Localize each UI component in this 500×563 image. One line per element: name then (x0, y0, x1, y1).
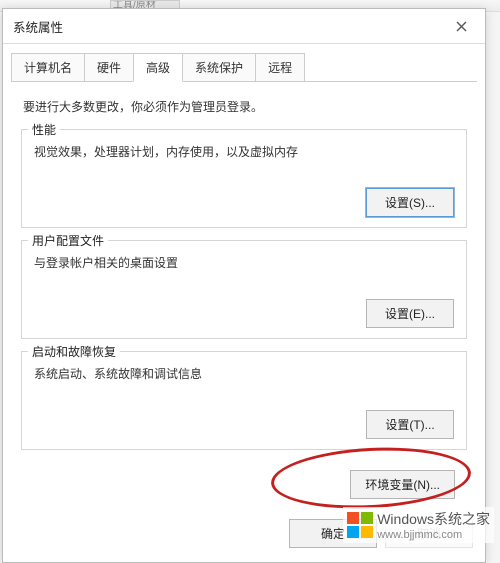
windows-logo-icon (347, 512, 373, 538)
group-title-performance: 性能 (28, 121, 60, 138)
close-icon (456, 21, 467, 32)
group-performance: 性能 视觉效果，处理器计划，内存使用，以及虚拟内存 设置(S)... (21, 129, 467, 228)
group-user-profiles: 用户配置文件 与登录帐户相关的桌面设置 设置(E)... (21, 240, 467, 339)
group-title-user-profiles: 用户配置文件 (28, 232, 108, 249)
group-desc-startup-recovery: 系统启动、系统故障和调试信息 (22, 365, 466, 382)
environment-variables-button[interactable]: 环境变量(N)... (350, 470, 455, 499)
group-desc-performance: 视觉效果，处理器计划，内存使用，以及虚拟内存 (22, 143, 466, 160)
settings-startup-recovery-button[interactable]: 设置(T)... (366, 410, 454, 439)
watermark: Windows系统之家 www.bjjmmc.com (343, 507, 494, 543)
titlebar: 系统属性 (3, 9, 485, 44)
tab-computer-name[interactable]: 计算机名 (11, 53, 85, 82)
tab-panel-advanced: 要进行大多数更改，你必须作为管理员登录。 性能 视觉效果，处理器计划，内存使用，… (11, 81, 477, 509)
admin-notice: 要进行大多数更改，你必须作为管理员登录。 (23, 98, 467, 115)
tabstrip: 计算机名 硬件 高级 系统保护 远程 (3, 44, 485, 81)
watermark-brand: Windows系统之家 (377, 511, 490, 527)
watermark-url: www.bjjmmc.com (377, 529, 490, 541)
system-properties-dialog: 系统属性 计算机名 硬件 高级 系统保护 远程 要进行大多数更改，你必须作为管理… (2, 8, 486, 563)
settings-performance-button[interactable]: 设置(S)... (366, 188, 454, 217)
tab-advanced[interactable]: 高级 (133, 53, 183, 82)
group-desc-user-profiles: 与登录帐户相关的桌面设置 (22, 254, 466, 271)
close-button[interactable] (447, 16, 475, 36)
tab-remote[interactable]: 远程 (255, 53, 305, 82)
group-startup-recovery: 启动和故障恢复 系统启动、系统故障和调试信息 设置(T)... (21, 351, 467, 450)
group-title-startup-recovery: 启动和故障恢复 (28, 343, 120, 360)
settings-user-profiles-button[interactable]: 设置(E)... (366, 299, 454, 328)
dialog-title: 系统属性 (13, 17, 63, 36)
env-row: 环境变量(N)... (21, 462, 467, 501)
tab-system-protection[interactable]: 系统保护 (182, 53, 256, 82)
tab-hardware[interactable]: 硬件 (84, 53, 134, 82)
